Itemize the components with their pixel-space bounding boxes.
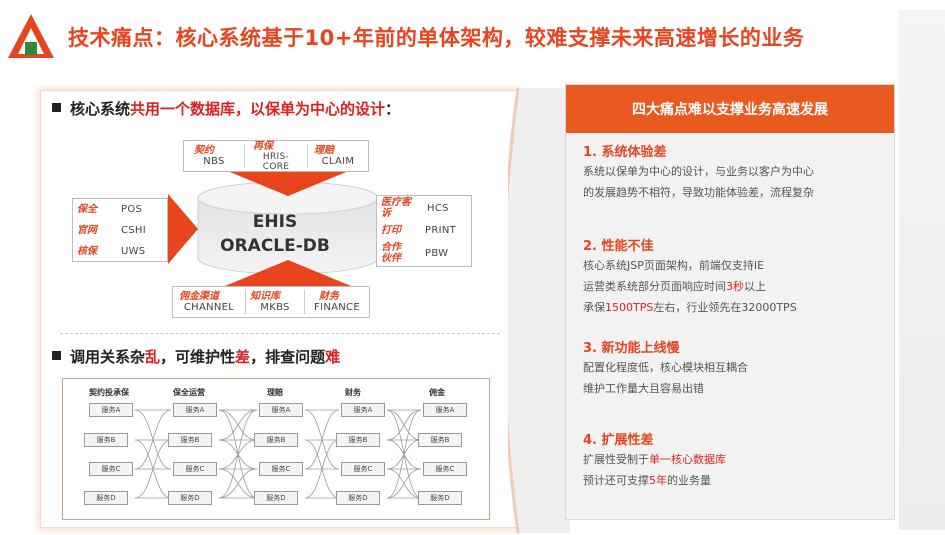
service-node: 服务A <box>173 403 217 417</box>
service-node: 服务B <box>418 433 462 447</box>
service-node: 服务D <box>254 491 298 505</box>
pain-point-title: 2. 性能不佳 <box>583 239 654 254</box>
flow-column-header: 契约投承保 <box>89 388 129 397</box>
pain-point-detail: 系统以保单为中心的设计，与业务以客户为中心 <box>583 165 814 178</box>
pain-point-title: 4. 扩展性差 <box>583 433 654 448</box>
service-node: 服务B <box>336 433 380 447</box>
service-node: 服务C <box>173 462 217 476</box>
service-node: 服务D <box>84 491 128 505</box>
right-systems-box: 医疗客诉 HCS 打印 PRINT 合作伙伴 PBW <box>376 195 472 267</box>
section1-title: 核心系统共用一个数据库，以保单为中心的设计： <box>52 98 400 119</box>
bullet-square-icon <box>52 103 61 112</box>
section2-title: 调用关系杂乱，可维护性差，排查问题难 <box>52 346 340 367</box>
company-logo-icon <box>8 14 54 58</box>
bullet-square-icon <box>52 351 61 360</box>
service-node: 服务A <box>423 403 467 417</box>
top-systems-box: 契约 NBS 再保 HRIS-CORE 理赔 CLAIM <box>183 140 369 172</box>
service-node: 服务C <box>89 462 133 476</box>
database-label-line2: ORACLE-DB <box>220 236 330 256</box>
database-label-line1: EHIS <box>252 212 298 232</box>
system-claim: 理赔 CLAIM <box>314 145 355 167</box>
system-hris-core: 再保 HRIS-CORE <box>253 140 290 172</box>
service-node: 服务D <box>168 491 212 505</box>
service-node: 服务A <box>259 403 303 417</box>
service-call-diagram: 契约投承保服务A 服务B 服务C 服务D 保全运营服务A 服务B 服务C 服务D 理赔服务A 服务… <box>62 378 490 520</box>
system-finance: 财务 FINANCE <box>314 291 360 313</box>
system-hcs: 医疗客诉 HCS <box>381 197 449 219</box>
pain-point-detail: 维护工作量大且容易出错 <box>583 382 704 395</box>
service-node: 服务A <box>89 403 133 417</box>
pain-point-detail: 的发展趋势不相符，导致功能体验差，流程复杂 <box>583 186 814 199</box>
service-node: 服务B <box>84 433 128 447</box>
pain-point-detail: 配置化程度低，核心模块相互耦合 <box>583 361 748 374</box>
service-node: 服务A <box>341 403 385 417</box>
service-node: 服务D <box>418 491 462 505</box>
service-node: 服务B <box>168 433 212 447</box>
system-nbs: 契约 NBS <box>194 145 225 167</box>
service-node: 服务B <box>254 433 298 447</box>
service-node: 服务C <box>259 462 303 476</box>
decorative-strip <box>899 10 945 530</box>
system-uws: 核保 UWS <box>77 245 146 257</box>
flow-column-header: 财务 <box>345 388 361 397</box>
system-mkbs: 知识库 MKBS <box>250 291 290 313</box>
pain-point-detail: 预计还可支撑5年的业务量 <box>583 474 711 487</box>
pain-point-detail: 核心系统JSP页面架构，前端仅支持IE <box>583 259 765 272</box>
pain-point-detail: 运营类系统部分页面响应时间3秒以上 <box>583 280 766 293</box>
pain-points-panel: 四大痛点难以支撑业务高速发展 1. 系统体验差系统以保单为中心的设计，与业务以客… <box>565 84 895 520</box>
service-node: 服务D <box>336 491 380 505</box>
system-print: 打印 PRINT <box>381 224 457 236</box>
system-pbw: 合作伙伴 PBW <box>381 242 449 264</box>
service-node: 服务C <box>341 462 385 476</box>
flow-column-header: 佣金 <box>429 388 445 397</box>
pain-point-title: 3. 新功能上线慢 <box>583 341 680 356</box>
system-pos: 保全 POS <box>77 203 143 215</box>
bottom-systems-box: 佣金渠道 CHANNEL 知识库 MKBS 财务 FINANCE <box>172 286 370 318</box>
pain-point-detail: 承保1500TPS左右，行业领先在32000TPS <box>583 301 797 314</box>
pain-point-detail: 扩展性受制于单一核心数据库 <box>583 453 726 466</box>
left-systems-box: 保全 POS 官网 CSHI 核保 UWS <box>72 198 168 262</box>
service-node: 服务C <box>423 462 467 476</box>
flow-column-header: 理赔 <box>267 388 283 397</box>
flow-column-header: 保全运营 <box>173 388 205 397</box>
system-cshi: 官网 CSHI <box>77 224 146 236</box>
pain-points-header: 四大痛点难以支撑业务高速发展 <box>566 85 894 133</box>
pain-point-title: 1. 系统体验差 <box>583 145 667 160</box>
page-title: 技术痛点：核心系统基于10+年前的单体架构，较难支撑未来高速增长的业务 <box>68 26 805 50</box>
section-divider <box>60 333 500 334</box>
system-channel: 佣金渠道 CHANNEL <box>179 291 235 313</box>
